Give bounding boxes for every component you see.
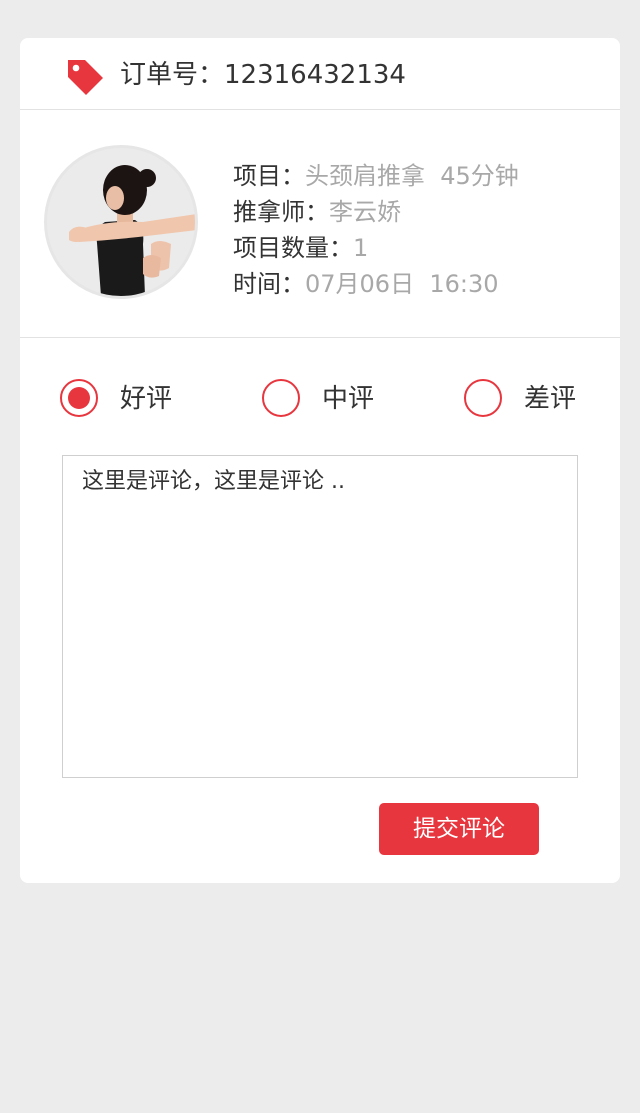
submit-review-button[interactable]: 提交评论 [379, 803, 539, 855]
service-info: 项目：头颈肩推拿 45分钟 推拿师：李云娇 项目数量：1 时间：07月06日 1… [20, 110, 620, 338]
order-header: 订单号：12316432134 [20, 38, 620, 110]
project-line: 项目：头颈肩推拿 45分钟 [233, 158, 519, 194]
time-value: 07月06日 16:30 [305, 270, 499, 298]
therapist-line: 推拿师：李云娇 [233, 194, 519, 230]
time-label: 时间： [233, 270, 305, 298]
therapist-value: 李云娇 [329, 198, 401, 226]
order-number: 订单号：12316432134 [120, 55, 406, 95]
project-label: 项目： [233, 162, 305, 190]
rating-good-label: 好评 [120, 384, 173, 414]
review-card: 订单号：12316432134 项目：头颈肩推拿 45分钟 推拿师：李云娇 项目… [20, 38, 620, 883]
order-number-value: 12316432134 [224, 60, 406, 90]
radio-unchecked-icon[interactable] [262, 379, 300, 417]
rating-neutral-label: 中评 [322, 384, 375, 414]
rating-neutral[interactable]: 中评 [262, 378, 392, 424]
therapist-avatar [44, 145, 198, 299]
comment-textarea[interactable]: 这里是评论，这里是评论 .. [62, 455, 578, 778]
rating-options: 好评 中评 差评 [20, 378, 620, 424]
rating-bad-label: 差评 [524, 384, 577, 414]
radio-checked-icon[interactable] [60, 379, 98, 417]
therapist-label: 推拿师： [233, 198, 329, 226]
radio-unchecked-icon[interactable] [464, 379, 502, 417]
quantity-line: 项目数量：1 [233, 230, 519, 266]
time-line: 时间：07月06日 16:30 [233, 266, 519, 302]
quantity-label: 项目数量： [233, 234, 353, 262]
service-details: 项目：头颈肩推拿 45分钟 推拿师：李云娇 项目数量：1 时间：07月06日 1… [233, 158, 519, 302]
project-value: 头颈肩推拿 45分钟 [305, 162, 519, 190]
rating-bad[interactable]: 差评 [464, 378, 594, 424]
quantity-value: 1 [353, 234, 369, 262]
rating-good[interactable]: 好评 [60, 378, 190, 424]
tag-icon [64, 56, 106, 98]
order-number-label: 订单号： [120, 60, 225, 90]
